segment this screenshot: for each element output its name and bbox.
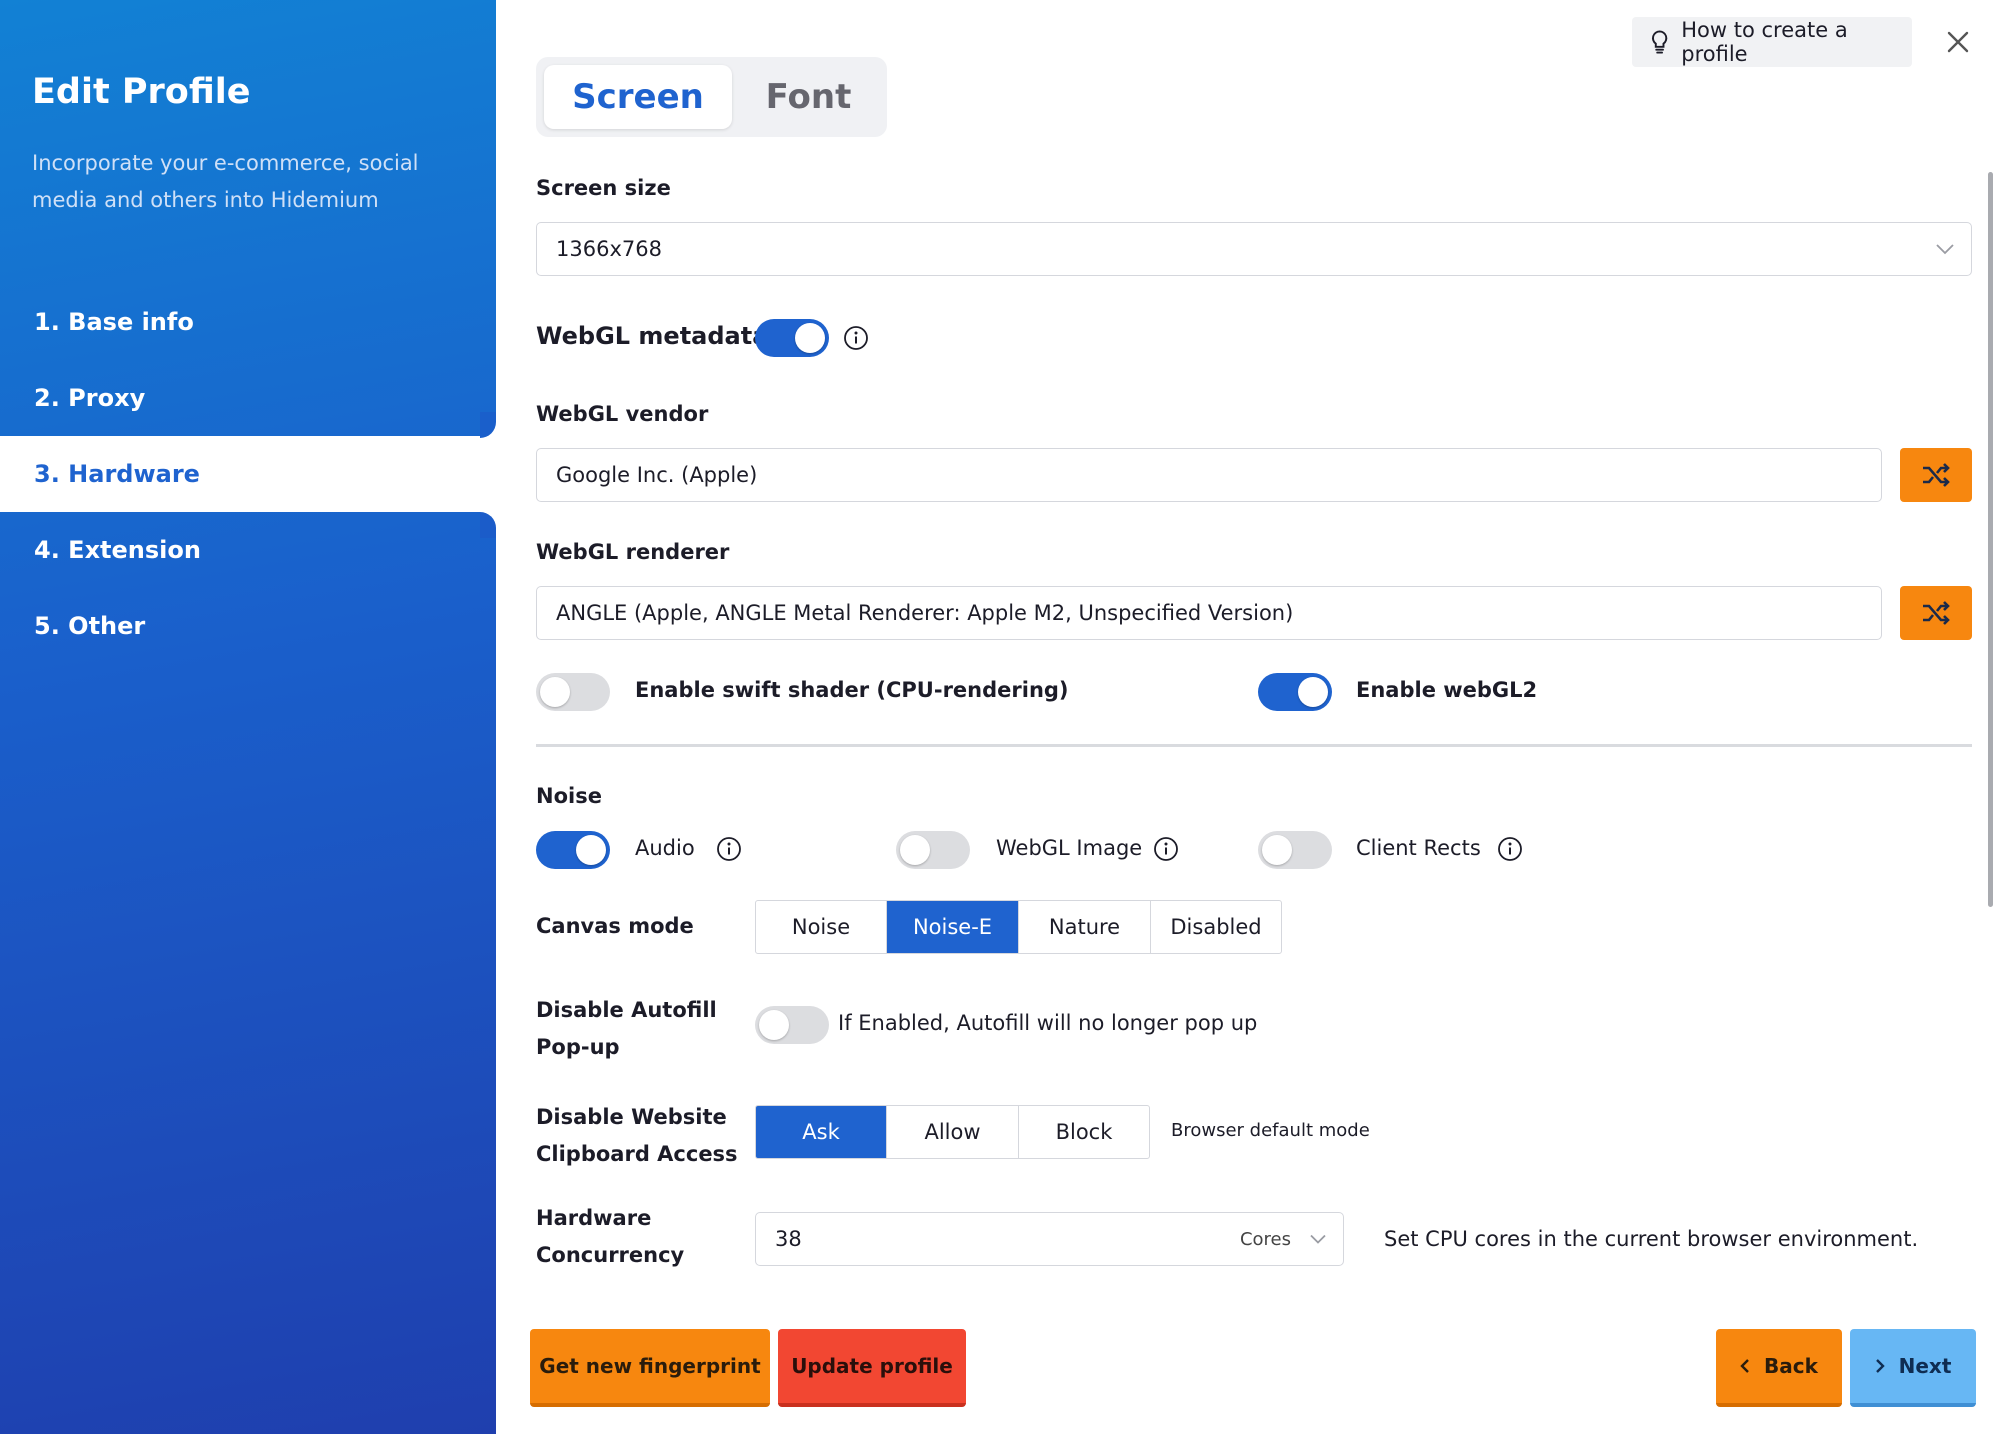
sidebar-item-label: 3. Hardware bbox=[34, 460, 200, 488]
toggle-knob bbox=[540, 677, 570, 707]
shuffle-icon bbox=[1923, 463, 1950, 487]
webgl-renderer-value: ANGLE (Apple, ANGLE Metal Renderer: Appl… bbox=[556, 601, 1294, 625]
update-profile-button[interactable]: Update profile bbox=[778, 1329, 966, 1407]
hardware-concurrency-select[interactable]: 38 Cores bbox=[755, 1212, 1344, 1266]
tab-font[interactable]: Font bbox=[736, 65, 881, 129]
client-rects-noise-label: Client Rects bbox=[1356, 836, 1481, 860]
screen-size-label: Screen size bbox=[536, 176, 671, 200]
canvas-mode-segmented: Noise Noise-E Nature Disabled bbox=[755, 900, 1282, 954]
clipboard-label: Disable Website Clipboard Access bbox=[536, 1099, 738, 1173]
hardware-concurrency-label: Hardware Concurrency bbox=[536, 1200, 684, 1274]
hardware-concurrency-value: 38 bbox=[775, 1227, 802, 1251]
swift-shader-toggle[interactable] bbox=[536, 673, 610, 711]
hardware-concurrency-hint: Set CPU cores in the current browser env… bbox=[1384, 1227, 1919, 1251]
randomize-vendor-button[interactable] bbox=[1900, 448, 1972, 502]
autofill-label-line2: Pop-up bbox=[536, 1035, 620, 1059]
webgl-renderer-label: WebGL renderer bbox=[536, 540, 730, 564]
toggle-knob bbox=[1262, 835, 1292, 865]
clipboard-hint: Browser default mode bbox=[1171, 1120, 1370, 1141]
webgl-vendor-label: WebGL vendor bbox=[536, 402, 709, 426]
sidebar-notch-top bbox=[480, 412, 496, 438]
shuffle-icon bbox=[1923, 601, 1950, 625]
sidebar-item-hardware[interactable]: 3. Hardware bbox=[0, 436, 496, 512]
randomize-renderer-button[interactable] bbox=[1900, 586, 1972, 640]
webgl-metadata-toggle[interactable] bbox=[755, 319, 829, 357]
how-to-create-profile-button[interactable]: How to create a profile bbox=[1632, 17, 1912, 67]
sidebar-item-proxy[interactable]: 2. Proxy bbox=[0, 360, 496, 435]
info-icon[interactable] bbox=[843, 325, 869, 351]
tab-screen[interactable]: Screen bbox=[544, 65, 732, 129]
sidebar-item-label: 4. Extension bbox=[34, 535, 201, 564]
clipboard-ask[interactable]: Ask bbox=[756, 1106, 887, 1158]
canvas-mode-label: Canvas mode bbox=[536, 914, 694, 938]
sidebar-title: Edit Profile bbox=[32, 72, 251, 112]
autofill-label: Disable Autofill Pop-up bbox=[536, 992, 717, 1066]
webgl2-toggle[interactable] bbox=[1258, 673, 1332, 711]
swift-shader-label: Enable swift shader (CPU-rendering) bbox=[635, 678, 1069, 702]
get-new-fingerprint-button[interactable]: Get new fingerprint bbox=[530, 1329, 770, 1407]
sidebar-notch-bottom bbox=[480, 512, 496, 538]
clipboard-label-line1: Disable Website bbox=[536, 1105, 727, 1129]
help-label: How to create a profile bbox=[1681, 18, 1848, 66]
canvas-mode-nature[interactable]: Nature bbox=[1019, 901, 1151, 953]
sidebar-subtitle: Incorporate your e-commerce, social medi… bbox=[32, 151, 419, 212]
clipboard-allow[interactable]: Allow bbox=[887, 1106, 1019, 1158]
chevron-left-icon bbox=[1740, 1359, 1749, 1373]
canvas-mode-disabled[interactable]: Disabled bbox=[1151, 901, 1281, 953]
noise-label: Noise bbox=[536, 784, 602, 808]
audio-noise-label: Audio bbox=[635, 836, 695, 860]
lightbulb-icon bbox=[1651, 30, 1668, 54]
clipboard-block[interactable]: Block bbox=[1019, 1106, 1149, 1158]
client-rects-noise-toggle[interactable] bbox=[1258, 831, 1332, 869]
canvas-mode-noise[interactable]: Noise bbox=[756, 901, 887, 953]
info-icon[interactable] bbox=[716, 836, 742, 862]
close-icon[interactable] bbox=[1942, 26, 1974, 58]
webgl-renderer-input[interactable]: ANGLE (Apple, ANGLE Metal Renderer: Appl… bbox=[536, 586, 1882, 640]
sidebar: Edit Profile Incorporate your e-commerce… bbox=[0, 0, 496, 1434]
autofill-hint: If Enabled, Autofill will no longer pop … bbox=[838, 1011, 1258, 1035]
tab-bar: Screen Font bbox=[536, 57, 887, 137]
back-label: Back bbox=[1764, 1354, 1818, 1378]
chevron-down-icon bbox=[1936, 244, 1954, 255]
toggle-knob bbox=[900, 835, 930, 865]
sidebar-item-label: 5. Other bbox=[34, 611, 146, 640]
clipboard-segmented: Ask Allow Block bbox=[755, 1105, 1150, 1159]
main-panel: Screen Font How to create a profile Scre… bbox=[496, 0, 2000, 1434]
sidebar-item-label: 1. Base info bbox=[34, 307, 194, 336]
info-icon[interactable] bbox=[1497, 836, 1523, 862]
sidebar-item-label: 2. Proxy bbox=[34, 383, 146, 412]
hardware-concurrency-label-line1: Hardware bbox=[536, 1206, 652, 1230]
canvas-mode-noise-e[interactable]: Noise-E bbox=[887, 901, 1019, 953]
screen-size-value: 1366x768 bbox=[556, 237, 662, 261]
webgl2-label: Enable webGL2 bbox=[1356, 678, 1538, 702]
toggle-knob bbox=[759, 1010, 789, 1040]
toggle-knob bbox=[795, 323, 825, 353]
audio-noise-toggle[interactable] bbox=[536, 831, 610, 869]
section-divider bbox=[536, 744, 1972, 747]
webgl-vendor-value: Google Inc. (Apple) bbox=[556, 463, 758, 487]
webgl-vendor-input[interactable]: Google Inc. (Apple) bbox=[536, 448, 1882, 502]
screen-size-select[interactable]: 1366x768 bbox=[536, 222, 1972, 276]
chevron-down-icon bbox=[1310, 1234, 1326, 1244]
chevron-right-icon bbox=[1875, 1359, 1885, 1373]
toggle-knob bbox=[576, 835, 606, 865]
back-button[interactable]: Back bbox=[1716, 1329, 1842, 1407]
hardware-concurrency-label-line2: Concurrency bbox=[536, 1243, 685, 1267]
autofill-toggle[interactable] bbox=[755, 1006, 829, 1044]
toggle-knob bbox=[1298, 677, 1328, 707]
sidebar-item-extension[interactable]: 4. Extension bbox=[0, 512, 496, 587]
scrollbar[interactable] bbox=[1988, 172, 1993, 907]
next-label: Next bbox=[1898, 1354, 1952, 1378]
sidebar-item-base-info[interactable]: 1. Base info bbox=[0, 284, 496, 359]
webgl-metadata-label: WebGL metadata bbox=[536, 322, 769, 350]
sidebar-item-other[interactable]: 5. Other bbox=[0, 588, 496, 663]
webgl-image-noise-label: WebGL Image bbox=[996, 836, 1143, 860]
next-button[interactable]: Next bbox=[1850, 1329, 1976, 1407]
info-icon[interactable] bbox=[1153, 836, 1179, 862]
autofill-label-line1: Disable Autofill bbox=[536, 998, 717, 1022]
cores-unit: Cores bbox=[1239, 1228, 1291, 1250]
webgl-image-noise-toggle[interactable] bbox=[896, 831, 970, 869]
clipboard-label-line2: Clipboard Access bbox=[536, 1142, 738, 1166]
